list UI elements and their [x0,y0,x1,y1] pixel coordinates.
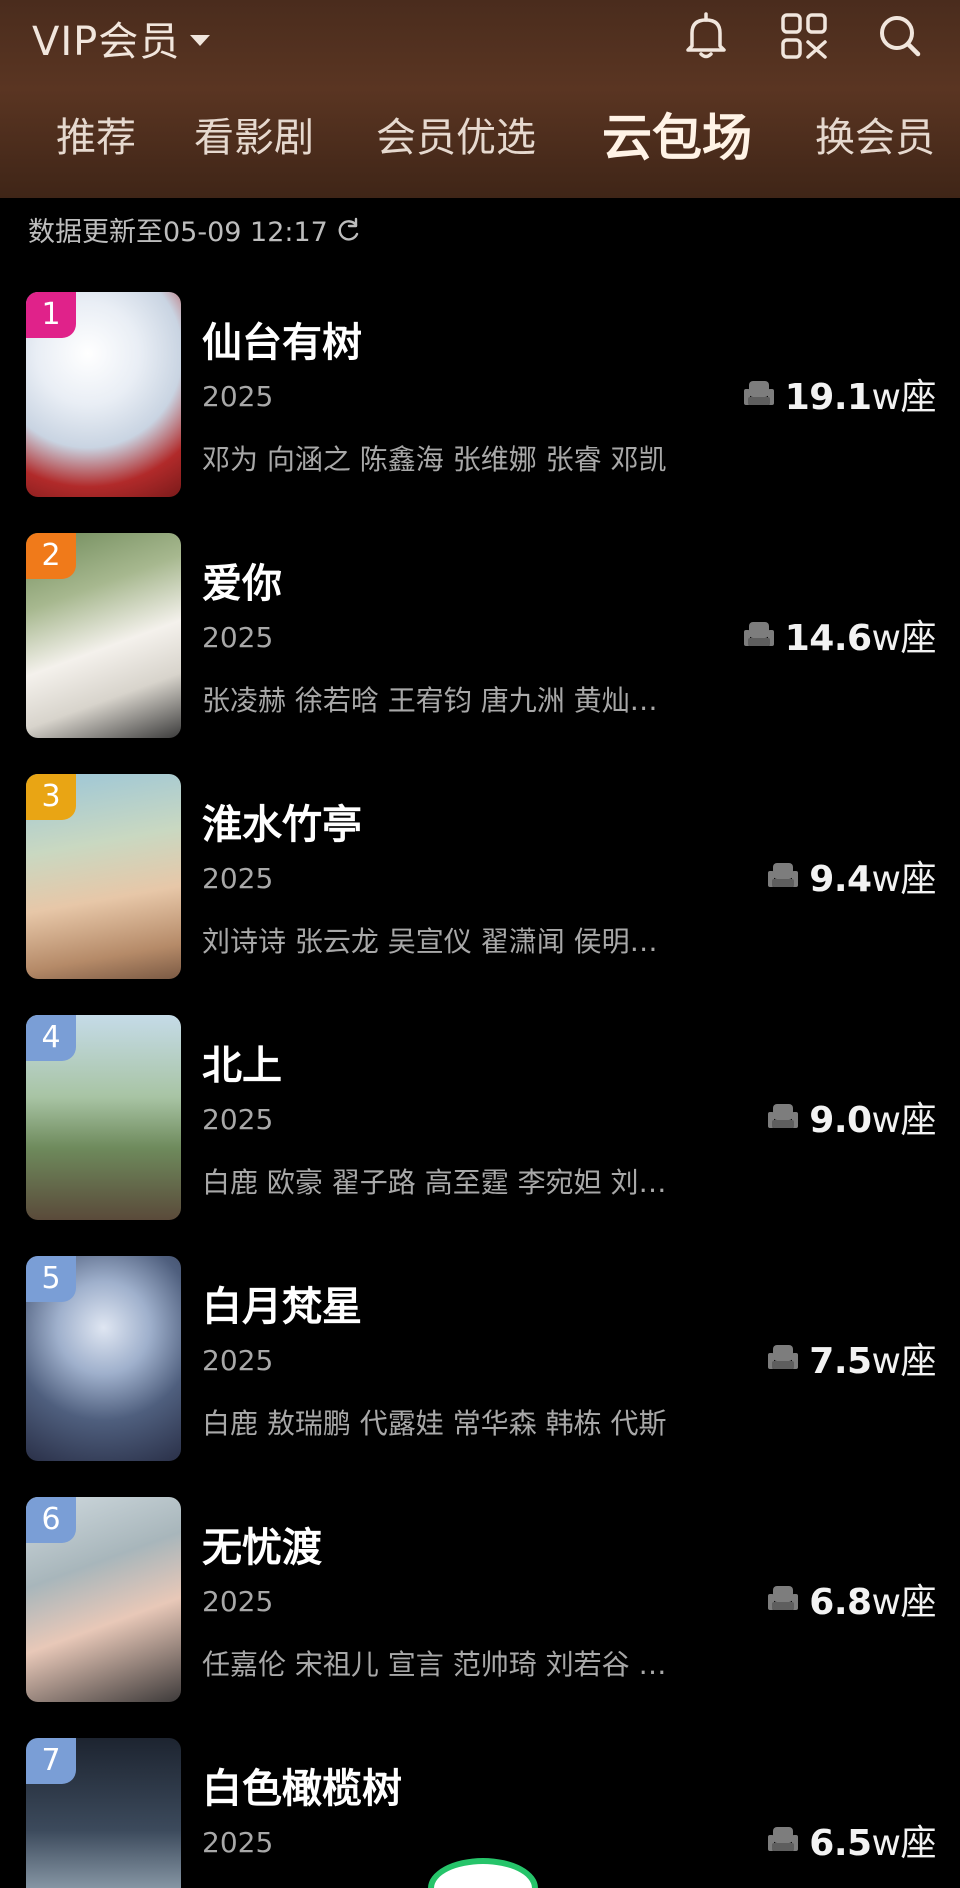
year: 2025 [202,621,274,654]
poster-image[interactable]: 6 [26,1497,181,1702]
tab-movies-series[interactable]: 看影剧 [194,98,314,178]
poster-image[interactable]: 1 [26,292,181,497]
rank-badge: 7 [26,1738,76,1784]
poster-image[interactable]: 5 [26,1256,181,1461]
vip-label: VIP会员 [32,19,181,65]
rank-badge: 3 [26,774,76,820]
seat-value: 19.1 [784,377,872,418]
cast: 邓为 向涵之 陈鑫海 张维娜 张睿 邓凯 [202,443,667,476]
category-tabs: 推荐 看影剧 会员优选 云包场 换会员 [0,98,960,178]
seat-icon [768,1104,799,1128]
title: 北上 [202,1043,282,1089]
data-update-status: 数据更新至05-09 12:17 [28,210,362,249]
qr-code-icon[interactable] [776,8,832,64]
list-item[interactable]: 1 仙台有树 2025 邓为 向涵之 陈鑫海 张维娜 张睿 邓凯 19.1w座 [0,292,960,512]
seat-count: 14.6w座 [743,609,937,661]
seat-unit: w座 [871,1100,937,1141]
search-icon[interactable] [872,8,928,64]
list-item[interactable]: 2 爱你 2025 张凌赫 徐若晗 王宥钧 唐九洲 黄灿… 14.6w座 [0,533,960,753]
caret-down-icon [190,34,211,46]
list-item[interactable]: 3 淮水竹亭 2025 刘诗诗 张云龙 吴宣仪 翟潇闻 侯明… 9.4w座 [0,774,960,994]
list-item[interactable]: 5 白月梵星 2025 白鹿 敖瑞鹏 代露娃 常华森 韩栋 代斯 7.5w座 [0,1256,960,1476]
seat-icon [768,1586,799,1610]
seat-value: 6.8 [809,1582,872,1623]
seat-icon [768,1345,799,1369]
seat-icon [743,622,774,646]
bell-icon[interactable] [678,8,734,64]
cast: 白鹿 欧豪 翟子路 高至霆 李宛妲 刘… [202,1166,667,1199]
seat-icon [743,381,774,405]
poster-image[interactable]: 2 [26,533,181,738]
poster-image[interactable]: 7 [26,1738,181,1888]
tab-cloud-booking[interactable]: 云包场 [602,98,752,178]
update-text: 数据更新至05-09 12:17 [28,217,328,248]
cast: 刘诗诗 张云龙 吴宣仪 翟潇闻 侯明… [202,925,658,958]
poster-image[interactable]: 3 [26,774,181,979]
seat-value: 9.4 [809,859,872,900]
vip-member-dropdown[interactable]: VIP会员 [32,8,211,68]
seat-unit: w座 [871,1823,937,1864]
list-item[interactable]: 6 无忧渡 2025 任嘉伦 宋祖儿 宣言 范帅琦 刘若谷 … 6.8w座 [0,1497,960,1717]
year: 2025 [202,1585,274,1618]
poster-image[interactable]: 4 [26,1015,181,1220]
seat-unit: w座 [871,377,937,418]
seat-count: 9.0w座 [767,1091,937,1143]
cast: 任嘉伦 宋祖儿 宣言 范帅琦 刘若谷 … [202,1648,667,1681]
seat-count: 6.5w座 [767,1814,937,1866]
title: 仙台有树 [202,320,362,366]
seat-unit: w座 [871,1341,937,1382]
rank-badge: 4 [26,1015,76,1061]
seat-count: 6.8w座 [767,1573,937,1625]
title: 白月梵星 [202,1284,362,1330]
tab-recommend[interactable]: 推荐 [56,98,136,178]
rank-badge: 2 [26,533,76,579]
cast: 白鹿 敖瑞鹏 代露娃 常华森 韩栋 代斯 [202,1407,667,1440]
year: 2025 [202,862,274,895]
list-item[interactable]: 4 北上 2025 白鹿 欧豪 翟子路 高至霆 李宛妲 刘… 9.0w座 [0,1015,960,1235]
seat-value: 14.6 [784,618,872,659]
seat-count: 7.5w座 [767,1332,937,1384]
seat-unit: w座 [871,1582,937,1623]
tab-member-picks[interactable]: 会员优选 [376,98,536,178]
top-header: VIP会员 推荐 看影剧 会员优选 云包场 换会员 [0,0,960,198]
seat-count: 9.4w座 [767,850,937,902]
rank-badge: 6 [26,1497,76,1543]
title: 无忧渡 [202,1525,322,1571]
year: 2025 [202,380,274,413]
seat-icon [768,863,799,887]
refresh-icon[interactable] [336,217,362,243]
title: 爱你 [202,561,282,607]
title: 白色橄榄树 [202,1766,402,1812]
seat-value: 6.5 [809,1823,872,1864]
cast: 张凌赫 徐若晗 王宥钧 唐九洲 黄灿… [202,684,658,717]
seat-count: 19.1w座 [743,368,937,420]
rank-badge: 1 [26,292,76,338]
tab-switch-member[interactable]: 换会员 [815,98,935,178]
seat-value: 7.5 [809,1341,872,1382]
seat-unit: w座 [871,618,937,659]
year: 2025 [202,1826,274,1859]
seat-icon [768,1827,799,1851]
year: 2025 [202,1103,274,1136]
rank-badge: 5 [26,1256,76,1302]
seat-value: 9.0 [809,1100,872,1141]
seat-unit: w座 [871,859,937,900]
year: 2025 [202,1344,274,1377]
title: 淮水竹亭 [202,802,362,848]
